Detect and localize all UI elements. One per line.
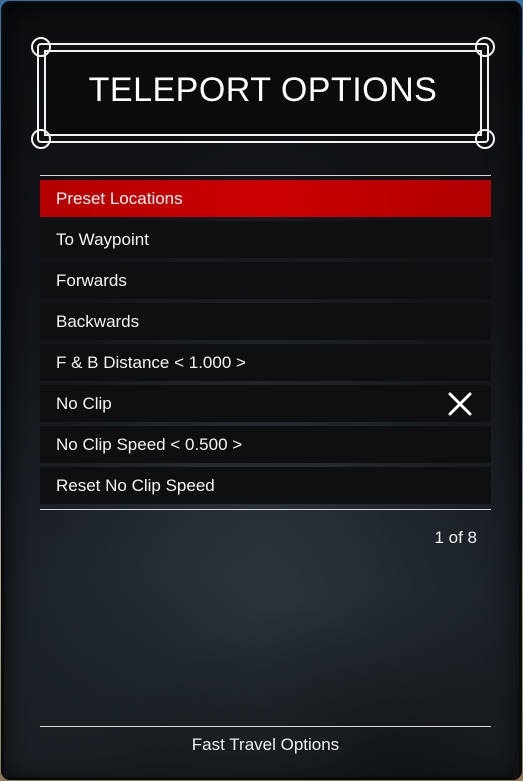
item-description: Fast Travel Options bbox=[191, 735, 340, 754]
menu-item-backwards[interactable]: Backwards bbox=[40, 303, 491, 340]
x-icon[interactable] bbox=[447, 391, 473, 417]
menu-item-label: Backwards bbox=[56, 311, 140, 331]
menu-item-label: No Clip bbox=[56, 393, 112, 413]
menu-item-forwards[interactable]: Forwards bbox=[40, 262, 491, 299]
menu-title: TELEPORT OPTIONS bbox=[88, 71, 438, 109]
menu-item-label: No Clip Speed < 0.500 > bbox=[56, 434, 243, 454]
menu-item-reset-no-clip-speed[interactable]: Reset No Clip Speed bbox=[40, 467, 491, 504]
menu-item-label: To Waypoint bbox=[56, 229, 149, 249]
menu-item-label: F & B Distance < 1.000 > bbox=[56, 352, 246, 372]
frame-ornament-icon bbox=[31, 37, 51, 57]
menu-item-preset-locations[interactable]: Preset Locations bbox=[40, 180, 491, 217]
menu-panel: TELEPORT OPTIONS Preset Locations To Way… bbox=[4, 4, 519, 777]
bottom-divider bbox=[40, 509, 491, 510]
menu-item-label: Preset Locations bbox=[56, 188, 183, 208]
menu-item-no-clip[interactable]: No Clip bbox=[40, 385, 491, 422]
menu-item-label: Forwards bbox=[56, 270, 127, 290]
title-frame: TELEPORT OPTIONS bbox=[31, 37, 495, 149]
footer-divider bbox=[40, 726, 491, 727]
menu-item-to-waypoint[interactable]: To Waypoint bbox=[40, 221, 491, 258]
menu-list: Preset Locations To Waypoint Forwards Ba… bbox=[40, 180, 491, 508]
menu-item-label: Reset No Clip Speed bbox=[56, 475, 215, 495]
frame-ornament-icon bbox=[475, 129, 495, 149]
page-counter: 1 of 8 bbox=[434, 528, 477, 547]
menu-item-fb-distance[interactable]: F & B Distance < 1.000 > bbox=[40, 344, 491, 381]
menu-item-no-clip-speed[interactable]: No Clip Speed < 0.500 > bbox=[40, 426, 491, 463]
top-divider bbox=[40, 175, 491, 176]
frame-ornament-icon bbox=[475, 37, 495, 57]
frame-ornament-icon bbox=[31, 129, 51, 149]
